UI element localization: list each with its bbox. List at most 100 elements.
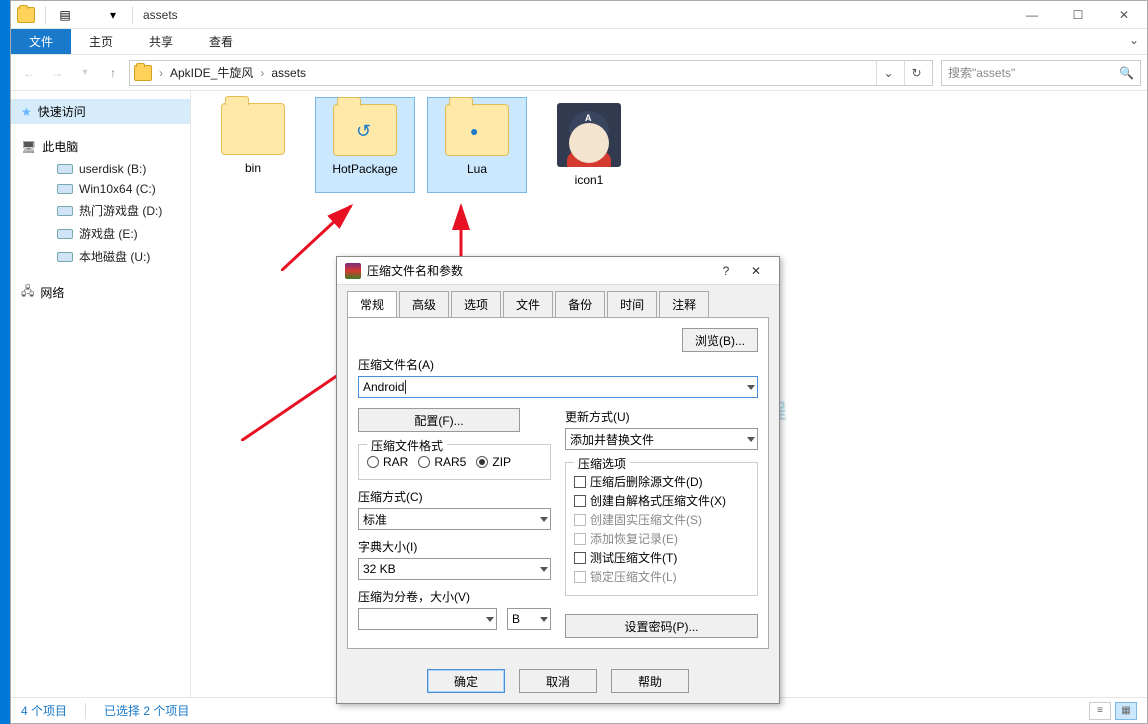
dialog-body: 浏览(B)... 压缩文件名(A) Android 配置(F)... 压缩文件格… xyxy=(347,317,769,649)
view-details-button[interactable]: ≡ xyxy=(1089,702,1111,720)
drive-icon xyxy=(57,206,73,216)
opt-solid: 创建固实压缩文件(S) xyxy=(574,511,749,528)
network-icon: 🖧 xyxy=(21,282,34,303)
browse-button[interactable]: 浏览(B)... xyxy=(682,328,758,352)
format-legend: 压缩文件格式 xyxy=(367,437,447,454)
search-input[interactable]: 搜索"assets" 🔍 xyxy=(941,60,1141,86)
app-folder-icon xyxy=(17,6,35,24)
config-button[interactable]: 配置(F)... xyxy=(358,408,520,432)
filename-input[interactable]: Android xyxy=(358,376,758,398)
opt-recovery: 添加恢复记录(E) xyxy=(574,530,749,547)
file-item-hotpackage[interactable]: HotPackage xyxy=(315,97,415,193)
ribbon-expand-icon[interactable]: ⌄ xyxy=(1121,29,1147,54)
status-selected: 已选择 2 个项目 xyxy=(104,702,189,719)
split-size-input[interactable] xyxy=(358,608,497,630)
folder-icon xyxy=(445,104,509,156)
cancel-button[interactable]: 取消 xyxy=(519,669,597,693)
folder-icon xyxy=(333,104,397,156)
update-label: 更新方式(U) xyxy=(565,408,758,425)
minimize-button[interactable]: — xyxy=(1009,1,1055,29)
sidebar-network[interactable]: 🖧 网络 xyxy=(11,278,190,307)
breadcrumb-1[interactable]: ApkIDE_牛旋风 xyxy=(170,64,253,81)
split-label: 压缩为分卷，大小(V) xyxy=(358,588,551,605)
address-bar[interactable]: › ApkIDE_牛旋风 › assets ⌄ ↻ xyxy=(129,60,933,86)
sidebar-this-pc[interactable]: 🖥 此电脑 xyxy=(11,134,190,159)
format-zip-radio[interactable]: ZIP xyxy=(476,455,511,469)
ribbon-file-tab[interactable]: 文件 xyxy=(11,29,71,54)
tab-comment[interactable]: 注释 xyxy=(659,291,709,317)
tab-general[interactable]: 常规 xyxy=(347,291,397,317)
dialog-buttons: 确定 取消 帮助 xyxy=(337,659,779,703)
dialog-tabs: 常规 高级 选项 文件 备份 时间 注释 xyxy=(337,285,779,317)
sidebar-quick-access[interactable]: ★ 快速访问 xyxy=(11,99,190,124)
nav-back-button[interactable]: ← xyxy=(17,61,41,85)
update-select[interactable]: 添加并替换文件 xyxy=(565,428,758,450)
window-title: assets xyxy=(143,8,178,22)
format-rar5-radio[interactable]: RAR5 xyxy=(418,455,466,469)
opt-delete-source[interactable]: 压缩后删除源文件(D) xyxy=(574,473,749,490)
search-icon: 🔍 xyxy=(1119,66,1134,80)
tab-backup[interactable]: 备份 xyxy=(555,291,605,317)
set-password-button[interactable]: 设置密码(P)... xyxy=(565,614,758,638)
qat-dropdown-icon[interactable]: ▾ xyxy=(104,6,122,24)
sidebar-drive[interactable]: Win10x64 (C:) xyxy=(11,179,190,199)
titlebar: ▤ ▾ assets — ☐ ✕ xyxy=(11,1,1147,29)
address-refresh-button[interactable]: ↻ xyxy=(904,61,928,85)
options-legend: 压缩选项 xyxy=(574,455,630,472)
method-label: 压缩方式(C) xyxy=(358,488,551,505)
qat-new-folder-icon[interactable] xyxy=(80,6,98,24)
nav-up-button[interactable]: ↑ xyxy=(101,61,125,85)
dialog-help-button[interactable]: ? xyxy=(711,264,741,278)
sidebar: ★ 快速访问 🖥 此电脑 userdisk (B:) Win10x64 (C:)… xyxy=(11,91,191,697)
maximize-button[interactable]: ☐ xyxy=(1055,1,1101,29)
qat-properties-icon[interactable]: ▤ xyxy=(56,6,74,24)
filename-label: 压缩文件名(A) xyxy=(358,356,758,373)
dialog-title: 压缩文件名和参数 xyxy=(367,262,711,279)
tab-time[interactable]: 时间 xyxy=(607,291,657,317)
tab-advanced[interactable]: 高级 xyxy=(399,291,449,317)
address-folder-icon xyxy=(134,65,152,81)
dialog-close-button[interactable]: ✕ xyxy=(741,264,771,278)
ribbon-share-tab[interactable]: 共享 xyxy=(131,29,191,54)
sidebar-drive[interactable]: 游戏盘 (E:) xyxy=(11,222,190,245)
opt-lock: 锁定压缩文件(L) xyxy=(574,568,749,585)
archive-dialog: 压缩文件名和参数 ? ✕ 常规 高级 选项 文件 备份 时间 注释 浏览(B).… xyxy=(336,256,780,704)
nav-forward-button[interactable]: → xyxy=(45,61,69,85)
sidebar-drive[interactable]: 热门游戏盘 (D:) xyxy=(11,199,190,222)
method-select[interactable]: 标准 xyxy=(358,508,551,530)
breadcrumb-2[interactable]: assets xyxy=(271,66,306,80)
sidebar-drive[interactable]: userdisk (B:) xyxy=(11,159,190,179)
opt-test[interactable]: 测试压缩文件(T) xyxy=(574,549,749,566)
split-unit-select[interactable]: B xyxy=(507,608,551,630)
address-dropdown-button[interactable]: ⌄ xyxy=(876,61,900,85)
tab-files[interactable]: 文件 xyxy=(503,291,553,317)
sidebar-drive[interactable]: 本地磁盘 (U:) xyxy=(11,245,190,268)
ribbon-tabs: 文件 主页 共享 查看 ⌄ xyxy=(11,29,1147,55)
file-item-bin[interactable]: bin xyxy=(203,97,303,193)
pc-icon: 🖥 xyxy=(21,140,36,154)
close-button[interactable]: ✕ xyxy=(1101,1,1147,29)
view-icons-button[interactable]: ▦ xyxy=(1115,702,1137,720)
ok-button[interactable]: 确定 xyxy=(427,669,505,693)
opt-self-extracting[interactable]: 创建自解格式压缩文件(X) xyxy=(574,492,749,509)
drive-icon xyxy=(57,252,73,262)
avatar-icon: A xyxy=(557,103,621,167)
file-item-icon1[interactable]: A icon1 xyxy=(539,97,639,193)
dialog-titlebar[interactable]: 压缩文件名和参数 ? ✕ xyxy=(337,257,779,285)
drive-icon xyxy=(57,229,73,239)
file-item-lua[interactable]: Lua xyxy=(427,97,527,193)
ribbon-view-tab[interactable]: 查看 xyxy=(191,29,251,54)
search-placeholder: 搜索"assets" xyxy=(948,64,1015,81)
dict-label: 字典大小(I) xyxy=(358,538,551,555)
format-rar-radio[interactable]: RAR xyxy=(367,455,408,469)
drive-icon xyxy=(57,184,73,194)
help-button[interactable]: 帮助 xyxy=(611,669,689,693)
rar-icon xyxy=(345,263,361,279)
nav-history-button[interactable]: ▾ xyxy=(73,61,97,85)
tab-options[interactable]: 选项 xyxy=(451,291,501,317)
nav-row: ← → ▾ ↑ › ApkIDE_牛旋风 › assets ⌄ ↻ 搜索"ass… xyxy=(11,55,1147,91)
folder-icon xyxy=(221,103,285,155)
ribbon-home-tab[interactable]: 主页 xyxy=(71,29,131,54)
drive-icon xyxy=(57,164,73,174)
dict-select[interactable]: 32 KB xyxy=(358,558,551,580)
